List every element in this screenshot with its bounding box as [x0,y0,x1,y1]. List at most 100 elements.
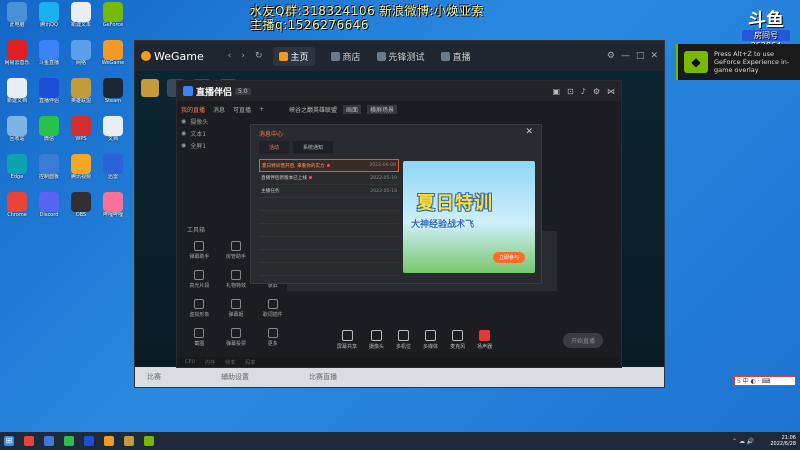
tool-item[interactable]: 礼物特效 [218,270,255,289]
tab-streamable[interactable]: 可直播 [233,105,251,114]
desktop-icon[interactable]: Steam [98,78,128,104]
lol-taskbar-icon[interactable] [124,436,134,446]
scene-chip[interactable]: 横屏场景 [367,105,398,114]
tab-system-notice[interactable]: 系统通知 [293,141,334,154]
start-live-button[interactable]: 开始直播 [562,332,603,348]
source-item[interactable]: ◉ 文本1 [181,127,251,139]
live-control-button[interactable]: 多机位 [396,330,411,350]
source-item[interactable]: ◉ 摄像头 [181,115,251,127]
desktop-icon[interactable]: 哔哩哔哩 [98,192,128,218]
nvidia-overlay-notification[interactable]: ◆ Press Alt+Z to use GeForce Experience … [676,44,800,80]
tool-item[interactable]: 截图 [181,328,218,347]
wegame-tab-home[interactable]: 主页 [272,46,315,66]
zhibo-taskbar-icon[interactable] [84,436,94,446]
wegame-tab-live[interactable]: 直播 [440,50,471,63]
close-icon[interactable]: ✕ [525,127,533,137]
tool-item[interactable]: 弹幕姬 [218,299,255,318]
bell-icon[interactable]: ♪ [581,87,586,96]
desktop-icon[interactable]: Discord [34,192,64,218]
wegame-tab-beta[interactable]: 先锋测试 [376,50,425,63]
desktop-icon[interactable]: GeForce [98,2,128,28]
tool-item[interactable]: 房管助手 [218,241,255,260]
game-icon[interactable] [141,79,159,97]
add-tab-icon[interactable]: + [259,106,264,113]
tab-activity[interactable]: 活动 [259,141,290,154]
close-icon[interactable]: ✕ [650,51,658,61]
settings-icon[interactable]: ⚙ [593,87,600,96]
tool-item[interactable]: 虚拟形象 [181,299,218,318]
live-icon [440,51,450,61]
desktop-icon[interactable]: 新建文本 [66,2,96,28]
source-item[interactable]: ◉ 全屏1 [181,139,251,151]
tool-item[interactable]: 更多 [254,328,291,347]
eye-icon[interactable]: ◉ [181,142,186,149]
app-icon [39,154,59,174]
app-icon [71,78,91,98]
wegame-bottom-item[interactable]: 辅助设置 [221,372,249,382]
message-item[interactable]: 主播任务 2022-05-18 [259,185,399,198]
tab-my-live[interactable]: 我的直播 [181,105,205,114]
live-control-button[interactable]: 麦克风 [450,330,465,350]
zhibo-window-controls: ▣ ⊡ ♪ ⚙ ⋈ [552,87,615,96]
wegame-taskbar-icon[interactable] [104,436,114,446]
system-tray[interactable]: ⌃ ☁ 🔊 [732,438,754,445]
explorer-icon[interactable] [44,436,54,446]
desktop-icon[interactable]: 回收站 [2,116,32,142]
desktop-icon[interactable]: 文档 [98,116,128,142]
scene-chip[interactable]: 画面 [343,105,362,114]
lock-icon[interactable]: ⊡ [567,87,574,96]
tab-messages[interactable]: 消息 [213,105,225,114]
message-item[interactable]: 夏日特训营开启, 来看你的实力 2022-06-08 [259,159,399,172]
minimize-icon[interactable]: — [621,51,630,61]
nvidia-taskbar-icon[interactable] [144,436,154,446]
chrome-icon[interactable] [24,436,34,446]
control-icon [452,330,464,341]
event-banner[interactable]: 夏日特训 大神经验战术飞 立即参与 [403,161,535,273]
gift-icon[interactable]: ▣ [552,87,560,96]
wegame-tab-label: 商店 [342,52,361,63]
wechat-icon[interactable] [64,436,74,446]
ime-indicator[interactable]: S 中 ◐ · ⌨ [734,376,796,386]
tool-item[interactable]: 歌词插件 [254,299,291,318]
back-icon[interactable]: ‹ [228,51,232,61]
live-control-button[interactable]: 摄像头 [369,330,384,350]
eye-icon[interactable]: ◉ [181,130,186,137]
live-control-button[interactable]: 屏幕共享 [337,330,357,350]
desktop-icon[interactable]: 直播伴侣 [34,78,64,104]
message-item[interactable]: 直播伴侣新版本已上线 2022-05-19 [259,172,399,185]
desktop-icon[interactable]: 迅雷 [98,154,128,180]
desktop-icon[interactable]: 腾讯QQ [34,2,64,28]
windows-start-icon[interactable]: ⊞ [4,436,14,446]
desktop-icon[interactable]: 腾讯视频 [66,154,96,180]
clock[interactable]: 21:06 2022/6/28 [770,435,796,447]
desktop-icon[interactable]: 控制面板 [34,154,64,180]
tool-item[interactable]: 高光片段 [181,270,218,289]
settings-icon[interactable]: ⚙ [607,51,615,61]
desktop-icon[interactable]: 网络 [66,40,96,66]
wegame-tab-store[interactable]: 商店 [330,50,361,63]
wegame-bottom-item[interactable]: 比赛直播 [309,372,337,382]
desktop-icon[interactable]: 此电脑 [2,2,32,28]
share-icon[interactable]: ⋈ [607,87,615,96]
desktop-icon[interactable]: WeGame [98,40,128,66]
desktop-icon[interactable]: 英雄联盟 [66,78,96,104]
maximize-icon[interactable]: □ [636,51,645,61]
tool-item[interactable]: 弹幕助手 [181,241,218,260]
banner-join-button[interactable]: 立即参与 [492,252,525,263]
taskbar: ⊞ ⌃ ☁ 🔊 21:06 2022/6/28 [0,432,800,450]
desktop-icon[interactable]: 网易云音乐 [2,40,32,66]
desktop-icon[interactable]: WPS [66,116,96,142]
refresh-icon[interactable]: ↻ [255,51,263,61]
tool-item[interactable]: 弹幕投票 [218,328,255,347]
desktop-icon[interactable]: 微信 [34,116,64,142]
desktop-icon[interactable]: Edge [2,154,32,180]
desktop-icon[interactable]: OBS [66,192,96,218]
live-control-button[interactable]: 扬声器 [477,330,492,350]
desktop-icon[interactable]: Chrome [2,192,32,218]
forward-icon[interactable]: › [241,51,245,61]
wegame-bottom-item[interactable]: 比赛 [147,372,161,382]
live-control-button[interactable]: 多媒体 [423,330,438,350]
eye-icon[interactable]: ◉ [181,118,186,125]
desktop-icon[interactable]: 斗鱼直播 [34,40,64,66]
desktop-icon[interactable]: 新建文档 [2,78,32,104]
